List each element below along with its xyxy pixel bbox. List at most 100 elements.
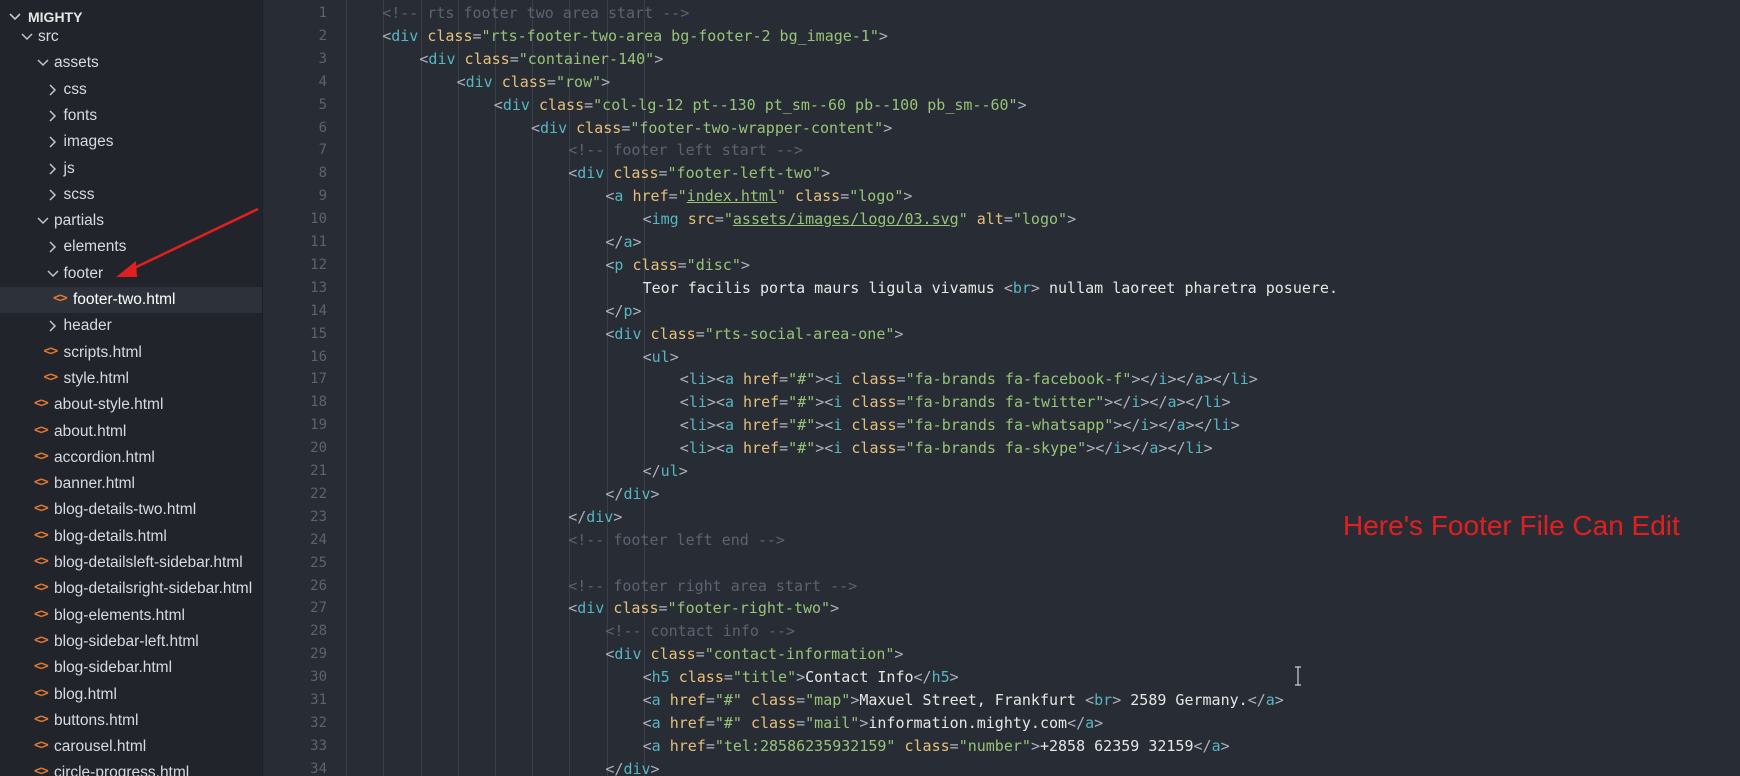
code-token: = [705, 691, 715, 709]
code-token: ></ [1185, 416, 1213, 435]
code-token: class [650, 324, 696, 343]
code-line: <div class="container-140"> [419, 48, 663, 71]
code-token: "fa-brands fa-twitter" [905, 393, 1105, 412]
file-carousel-html[interactable]: <> carousel.html [0, 734, 262, 760]
file-blog-sidebar-left-html[interactable]: <> blog-sidebar-left.html [0, 629, 262, 655]
code-token: "rts-social-area-one" [704, 324, 895, 343]
file-blog-sidebar-html[interactable]: <> blog-sidebar.html [0, 655, 262, 681]
file-about-html[interactable]: <> about.html [0, 419, 262, 445]
code-token: ul [651, 347, 670, 366]
code-editor[interactable]: 1 2 3 4 5 6 7 8 9 10 11 12 13 14 15 16 17 18 19 20 21 22 23 24 2… [263, 0, 1740, 776]
code-token: < [1003, 278, 1013, 297]
code-token: > [1274, 691, 1284, 709]
code-token: div [614, 324, 642, 343]
folder-images[interactable]: images [0, 129, 262, 155]
file-banner-html[interactable]: <> banner.html [0, 471, 262, 497]
code-token: Teor facilis porta maurs ligula vivamus [642, 278, 1004, 297]
code-line: <a href="tel:28586235932159" class="numb… [643, 735, 1230, 758]
code-token: > [796, 668, 806, 687]
chevron-right-icon [48, 84, 56, 96]
code-token: "contact-information" [704, 645, 895, 664]
code-token: ></ [1086, 439, 1114, 458]
file-blog-details-html[interactable]: <> blog-details.html [0, 524, 262, 550]
code-token: "disc" [686, 255, 741, 274]
code-token: = [796, 691, 806, 709]
code-token: ></ [1149, 416, 1177, 435]
code-token: i [833, 393, 843, 412]
code-token: = [695, 645, 705, 664]
file-blog-elements-html[interactable]: <> blog-elements.html [0, 603, 262, 629]
code-token: > [850, 691, 860, 709]
folder-partials[interactable]: partials [0, 208, 262, 234]
code-token: = [796, 713, 806, 732]
code-line: <div class="rts-footer-two-area bg-foote… [382, 25, 888, 48]
code-token: h5 [651, 668, 670, 687]
code-token: Contact Info [805, 668, 914, 687]
code-token: class [851, 439, 897, 458]
code-token: >< [815, 393, 834, 412]
code-token: = [621, 118, 631, 137]
folder-js[interactable]: js [0, 156, 262, 182]
code-token: a [651, 713, 661, 732]
file-about-style-html[interactable]: <> about-style.html [0, 392, 262, 418]
code-token: <!-- rts footer two area start --> [382, 4, 690, 22]
code-token: = [472, 26, 482, 45]
code-token: </ [913, 668, 932, 687]
code-token: br [1012, 278, 1031, 297]
folder-fonts[interactable]: fonts [0, 103, 262, 129]
file-style-html[interactable]: <> style.html [0, 366, 262, 392]
code-token: <!-- contact info --> [605, 622, 796, 641]
folder-elements[interactable]: elements [0, 234, 262, 260]
tree-item-label: footer [63, 264, 104, 282]
code-token: class [750, 713, 797, 732]
code-area[interactable]: <!-- rts footer two area start --> <div c… [263, 0, 1740, 776]
html-file-icon: <> [34, 422, 49, 438]
code-token: = [658, 599, 668, 618]
file-blog-detailsleft-sidebar-html[interactable]: <> blog-detailsleft-sidebar.html [0, 550, 262, 576]
folder-css[interactable]: css [0, 77, 262, 103]
tree-item-label: footer-two.html [73, 291, 176, 308]
file-blog-html[interactable]: <> blog.html [0, 682, 262, 708]
code-token: > [903, 187, 913, 206]
code-token: 2589 Germany. [1121, 691, 1248, 709]
folder-scss[interactable]: scss [0, 182, 262, 208]
code-token: "row" [555, 72, 602, 91]
code-token: div [502, 95, 530, 114]
code-token: li [1203, 393, 1222, 412]
tree-item-label: buttons.html [54, 711, 139, 729]
file-footer-two-html[interactable]: <> footer-two.html [0, 287, 262, 313]
code-token: a [724, 416, 734, 435]
chevron-down-icon [37, 217, 49, 225]
folder-src[interactable]: src [0, 24, 262, 50]
folder-assets[interactable]: assets [0, 50, 262, 76]
file-blog-details-two-html[interactable]: <> blog-details-two.html [0, 497, 262, 523]
folder-footer[interactable]: footer [0, 261, 262, 287]
code-token: < [531, 118, 541, 137]
code-line: <li><a href="#"><i class="fa-brands fa-w… [680, 414, 1240, 437]
html-file-icon: <> [34, 448, 49, 464]
code-token: = [1003, 210, 1013, 229]
file-circle-progress-html[interactable]: <> circle-progress.html [0, 760, 262, 776]
file-scripts-html[interactable]: <> scripts.html [0, 340, 262, 366]
code-token: >< [706, 370, 725, 389]
code-token: h5 [931, 668, 950, 687]
file-buttons-html[interactable]: <> buttons.html [0, 708, 262, 734]
file-blog-detailsright-sidebar-html[interactable]: <> blog-detailsright-sidebar.html [0, 576, 262, 602]
code-line: <div class="footer-left-two"> [568, 162, 830, 185]
folder-header[interactable]: header [0, 313, 262, 339]
code-token: information.mighty.com [868, 713, 1068, 732]
code-token: > [878, 26, 888, 45]
html-file-icon: <> [34, 685, 49, 701]
code-token: li [1185, 439, 1204, 458]
code-token: = [723, 668, 733, 687]
code-token: < [679, 370, 689, 389]
code-token: "fa-brands fa-skype" [905, 439, 1087, 458]
tree-item-label: about.html [54, 422, 127, 440]
html-file-icon: <> [34, 632, 49, 648]
code-token: class [750, 691, 797, 709]
file-accordion-html[interactable]: <> accordion.html [0, 445, 262, 471]
